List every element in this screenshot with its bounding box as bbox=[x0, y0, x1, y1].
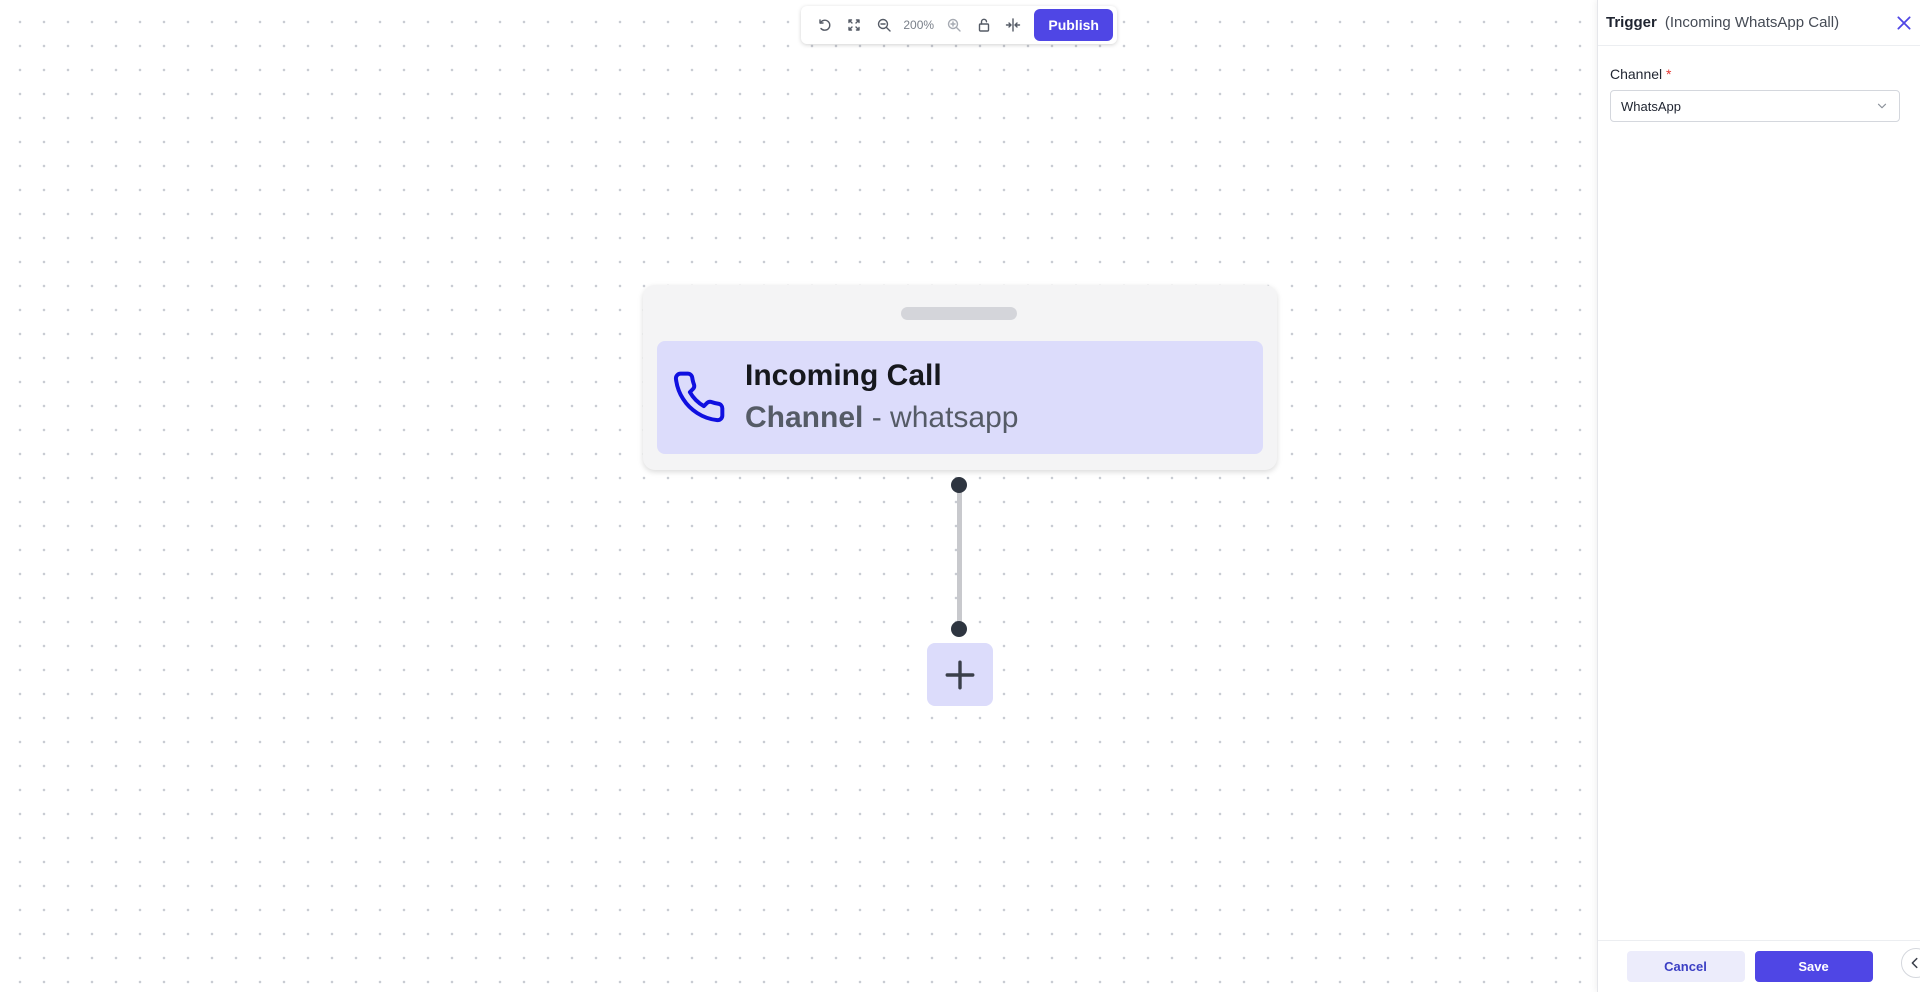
node-channel-label: Channel bbox=[745, 401, 864, 434]
trigger-node[interactable]: Incoming Call Channel - whatsapp bbox=[643, 285, 1277, 470]
zoom-level: 200% bbox=[903, 18, 935, 32]
node-channel-separator: - bbox=[863, 401, 891, 434]
node-output-handle[interactable] bbox=[951, 477, 967, 493]
phone-icon bbox=[673, 371, 725, 423]
cancel-button[interactable]: Cancel bbox=[1626, 951, 1745, 982]
chevron-left-icon bbox=[1911, 957, 1918, 969]
zoom-out-icon bbox=[877, 18, 891, 32]
panel-subtitle: (Incoming WhatsApp Call) bbox=[1664, 14, 1840, 31]
chevron-down-icon bbox=[1877, 103, 1887, 109]
node-drag-handle[interactable] bbox=[901, 307, 1017, 320]
center-button[interactable] bbox=[999, 10, 1029, 40]
node-channel-text: Channel - whatsapp bbox=[745, 401, 1018, 435]
lock-toggle-button[interactable] bbox=[969, 10, 999, 40]
zoom-in-icon bbox=[947, 18, 961, 32]
zoom-out-button[interactable] bbox=[869, 10, 899, 40]
required-mark: * bbox=[1666, 66, 1672, 82]
node-channel-value: whatsapp bbox=[890, 401, 1019, 434]
unlock-icon bbox=[978, 18, 989, 32]
edge-line bbox=[957, 490, 962, 630]
canvas-toolbar: 200% Publish bbox=[801, 6, 1117, 44]
undo-button[interactable] bbox=[809, 10, 839, 40]
publish-button[interactable]: Publish bbox=[1034, 9, 1113, 41]
channel-select-value: WhatsApp bbox=[1621, 98, 1681, 114]
fit-view-icon bbox=[848, 19, 860, 31]
node-title: Incoming Call bbox=[745, 359, 942, 392]
center-split-icon bbox=[1006, 18, 1021, 32]
save-button[interactable]: Save bbox=[1754, 951, 1873, 982]
node-body[interactable]: Incoming Call Channel - whatsapp bbox=[657, 341, 1263, 454]
node-input-handle[interactable] bbox=[951, 621, 967, 637]
fit-view-button[interactable] bbox=[839, 10, 869, 40]
zoom-in-button[interactable] bbox=[939, 10, 969, 40]
channel-label-text: Channel bbox=[1610, 66, 1663, 82]
add-node-button[interactable] bbox=[927, 643, 993, 706]
panel-footer: Cancel Save bbox=[1598, 940, 1920, 992]
undo-icon bbox=[819, 19, 831, 31]
plus-icon bbox=[945, 660, 975, 689]
panel-header: Trigger (Incoming WhatsApp Call) bbox=[1598, 0, 1920, 46]
close-icon[interactable] bbox=[1895, 14, 1913, 32]
channel-select[interactable]: WhatsApp bbox=[1610, 90, 1900, 122]
channel-field-label: Channel * bbox=[1610, 66, 1920, 82]
trigger-settings-panel: Trigger (Incoming WhatsApp Call) Channel… bbox=[1597, 0, 1920, 992]
panel-title: Trigger bbox=[1606, 14, 1657, 31]
